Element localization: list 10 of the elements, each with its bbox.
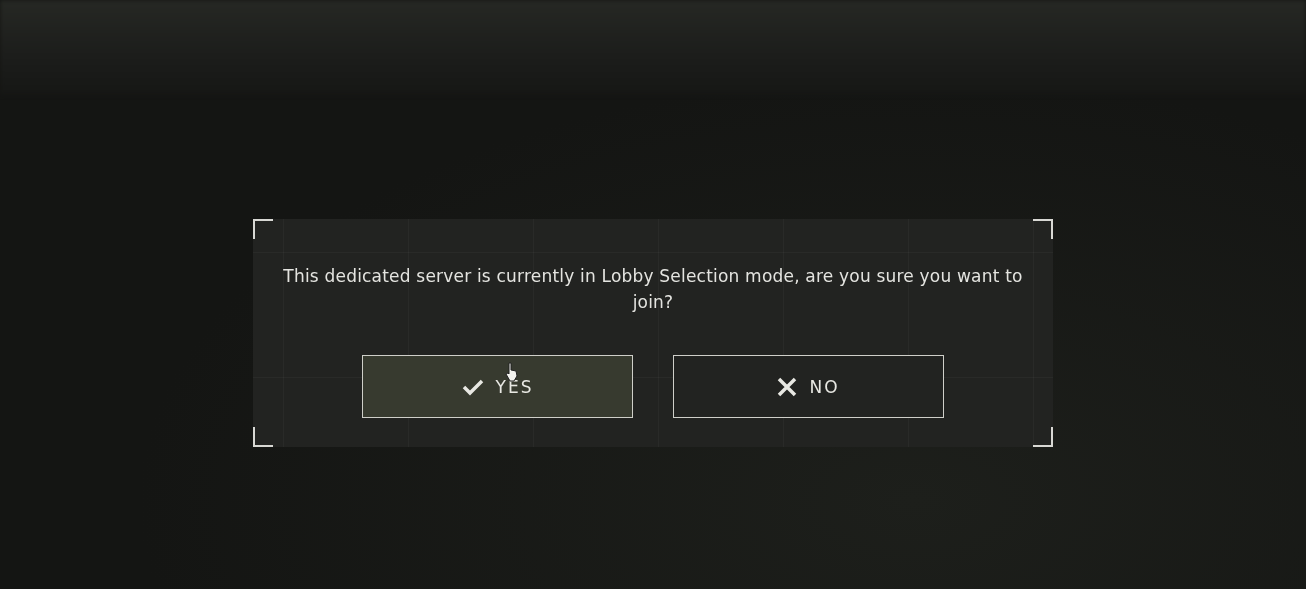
check-icon [461,377,484,396]
dialog-message: This dedicated server is currently in Lobby Selection mode, are you sure you want to join? [282,265,1024,314]
corner-bracket [1033,427,1053,447]
yes-button[interactable]: YES [362,355,633,418]
hand-cursor-icon [505,362,519,382]
corner-bracket [253,219,273,239]
corner-bracket [1033,219,1053,239]
no-button[interactable]: NO [673,355,944,418]
close-icon [777,376,798,397]
corner-bracket [253,427,273,447]
